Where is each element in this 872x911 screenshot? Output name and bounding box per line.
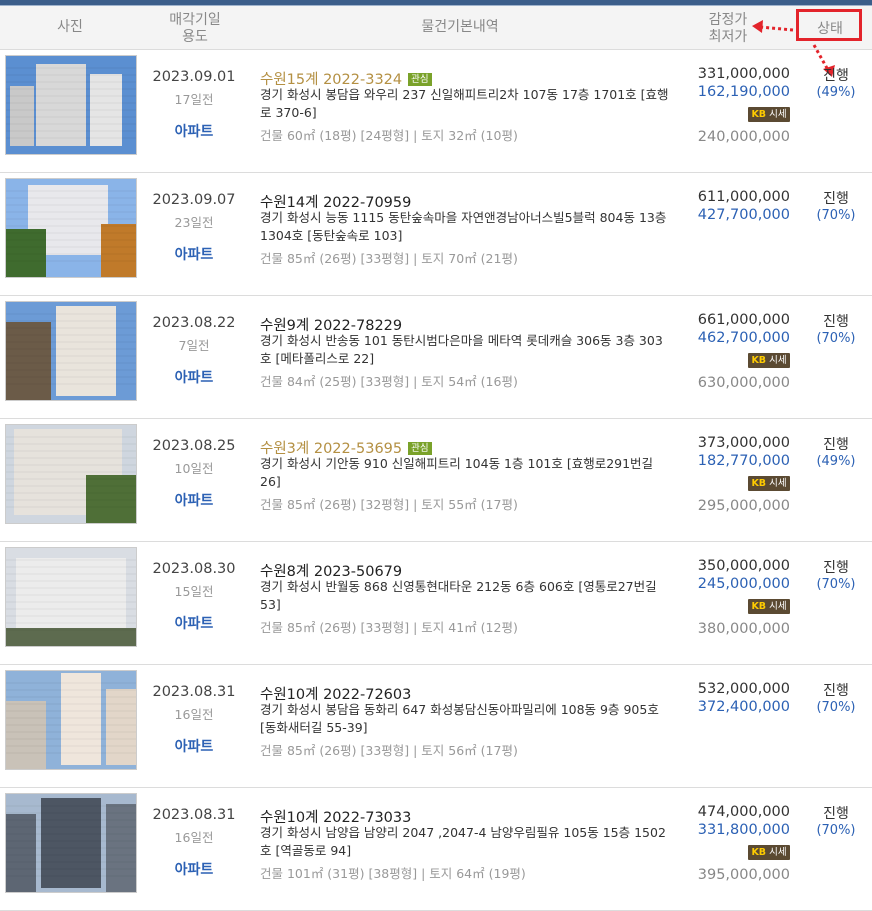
status-text: 진행 [823,314,849,330]
status-text: 진행 [823,683,849,699]
property-address: 경기 화성시 반송동 101 동탄시범다은마을 메타역 롯데캐슬 306동 3층… [260,333,663,366]
property-photo[interactable] [5,670,137,770]
market-price-button[interactable]: KB 시세 [748,845,790,860]
property-area: 건물 101㎡ (31평) [38평형] | 토지 64㎡ (19평) [260,866,526,881]
days-ago: 17일전 [174,92,214,107]
table-row[interactable]: 2023.08.25 10일전 아파트 수원3계 2022-53695 관심 경기… [0,418,872,542]
property-area: 건물 60㎡ (18평) [24평형] | 토지 32㎡ (10평) [260,128,518,143]
property-photo[interactable] [5,424,137,524]
property-photo[interactable] [5,55,137,155]
market-price-label: 시세 [769,478,787,489]
status-percent: (70%) [816,577,856,592]
market-price-button[interactable]: KB 시세 [748,107,790,122]
table-row[interactable]: 2023.08.22 7일전 아파트 수원9계 2022-78229 경기 화성… [0,295,872,419]
status-text: 진행 [823,437,849,453]
market-sale-price: 380,000,000 [697,621,790,637]
market-sale-price: 395,000,000 [697,867,790,883]
market-price-label: 시세 [769,847,787,858]
property-photo[interactable] [5,178,137,278]
days-ago: 10일전 [174,461,214,476]
usage-type: 아파트 [174,493,214,509]
status-percent: (49%) [816,85,856,100]
property-address: 경기 화성시 기안동 910 신일해피트리 104동 1층 101호 [효행로2… [260,456,654,489]
usage-type: 아파트 [174,739,214,755]
table-row[interactable]: 2023.09.01 17일전 아파트 수원15계 2022-3324 관심 경기… [0,49,872,173]
property-photo[interactable] [5,301,137,401]
appraisal-price: 532,000,000 [697,681,790,697]
status-text: 진행 [823,560,849,576]
property-area: 건물 85㎡ (26평) [33평형] | 토지 70㎡ (21평) [260,251,518,266]
property-area: 건물 84㎡ (25평) [33평형] | 토지 54㎡ (16평) [260,374,518,389]
property-address: 경기 화성시 남양읍 남양리 2047 ,2047-4 남양우림필유 105동 … [260,825,666,858]
market-sale-price: 295,000,000 [697,498,790,514]
kb-logo-icon: KB [751,109,767,120]
appraisal-price: 373,000,000 [697,435,790,451]
status-text: 진행 [823,68,849,84]
market-price-label: 시세 [769,109,787,120]
days-ago: 16일전 [174,707,214,722]
status-percent: (70%) [816,331,856,346]
table-row[interactable]: 2023.09.07 23일전 아파트 수원14계 2022-70959 경기 … [0,172,872,296]
minimum-price: 162,190,000 [697,84,790,100]
market-price-button[interactable]: KB 시세 [748,476,790,491]
auction-date: 2023.08.31 [152,684,236,700]
auction-date: 2023.08.31 [152,807,236,823]
usage-type: 아파트 [174,370,214,386]
minimum-price: 462,700,000 [697,330,790,346]
status-percent: (70%) [816,208,856,223]
days-ago: 16일전 [174,830,214,845]
days-ago: 15일전 [174,584,214,599]
status-percent: (70%) [816,700,856,715]
appraisal-price: 474,000,000 [697,804,790,820]
table-row[interactable]: 2023.08.31 16일전 아파트 수원10계 2022-72603 경기 … [0,664,872,788]
status-text: 진행 [823,191,849,207]
minimum-price: 427,700,000 [697,207,790,223]
auction-date: 2023.09.07 [152,192,236,208]
table-row[interactable]: 2023.08.30 15일전 아파트 수원8계 2023-50679 경기 화… [0,541,872,665]
market-price-label: 시세 [769,601,787,612]
property-area: 건물 85㎡ (26평) [33평형] | 토지 41㎡ (12평) [260,620,518,635]
favorite-badge: 관심 [408,73,432,86]
appraisal-price: 350,000,000 [697,558,790,574]
minimum-price: 182,770,000 [697,453,790,469]
auction-date: 2023.08.30 [152,561,236,577]
property-address: 경기 화성시 반월동 868 신영통현대타운 212동 6층 606호 [영통로… [260,579,657,612]
days-ago: 7일전 [178,338,210,353]
kb-logo-icon: KB [751,601,767,612]
usage-type: 아파트 [174,862,214,878]
kb-logo-icon: KB [751,847,767,858]
market-price-button[interactable]: KB 시세 [748,353,790,368]
days-ago: 23일전 [174,215,214,230]
auction-date: 2023.09.01 [152,69,236,85]
property-address: 경기 화성시 능동 1115 동탄숲속마을 자연앤경남아너스빌5블럭 804동 … [260,210,667,243]
appraisal-price: 661,000,000 [697,312,790,328]
kb-logo-icon: KB [751,355,767,366]
market-sale-price: 630,000,000 [697,375,790,391]
usage-type: 아파트 [174,616,214,632]
usage-type: 아파트 [174,247,214,263]
appraisal-price: 331,000,000 [697,66,790,82]
table-row[interactable]: 2023.08.31 16일전 아파트 수원10계 2022-73033 경기 … [0,787,872,911]
appraisal-price: 611,000,000 [697,189,790,205]
property-photo[interactable] [5,793,137,893]
favorite-badge: 관심 [408,442,432,455]
minimum-price: 372,400,000 [697,699,790,715]
property-photo[interactable] [5,547,137,647]
status-percent: (49%) [816,454,856,469]
property-area: 건물 85㎡ (26평) [32평형] | 토지 55㎡ (17평) [260,497,518,512]
property-address: 경기 화성시 봉담읍 동화리 647 화성봉담신동아파밀리에 108동 9층 9… [260,702,659,735]
minimum-price: 331,800,000 [697,822,790,838]
market-price-button[interactable]: KB 시세 [748,599,790,614]
status-text: 진행 [823,806,849,822]
auction-date: 2023.08.22 [152,315,236,331]
property-address: 경기 화성시 봉담읍 와우리 237 신일해피트리2차 107동 17층 170… [260,87,669,120]
usage-type: 아파트 [174,124,214,140]
auction-date: 2023.08.25 [152,438,236,454]
kb-logo-icon: KB [751,478,767,489]
property-area: 건물 85㎡ (26평) [33평형] | 토지 56㎡ (17평) [260,743,518,758]
market-sale-price: 240,000,000 [697,129,790,145]
minimum-price: 245,000,000 [697,576,790,592]
status-percent: (70%) [816,823,856,838]
market-price-label: 시세 [769,355,787,366]
